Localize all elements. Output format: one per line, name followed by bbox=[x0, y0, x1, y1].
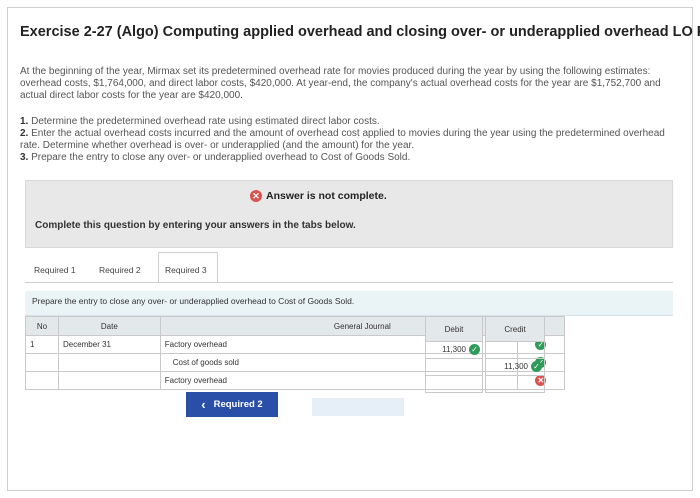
requirement-item: 3. Prepare the entry to close any over- … bbox=[20, 152, 411, 163]
tab-required-3[interactable]: Required 3 bbox=[158, 252, 218, 282]
debit-column: Debit 11,300 ✓ bbox=[425, 316, 483, 393]
page-title: Exercise 2-27 (Algo) Computing applied o… bbox=[20, 24, 700, 40]
error-icon: ✕ bbox=[250, 190, 262, 202]
debit-input[interactable] bbox=[425, 376, 483, 393]
journal-prompt: Prepare the entry to close any over- or … bbox=[32, 296, 355, 306]
journal-table: No Date General Journal 1 December 31 Fa… bbox=[25, 316, 566, 390]
next-required-button[interactable] bbox=[312, 398, 404, 416]
col-header-debit: Debit bbox=[425, 316, 483, 342]
chevron-left-icon: ‹ bbox=[201, 397, 206, 412]
col-header-no: No bbox=[25, 316, 59, 336]
requirements-list: 1. Determine the predetermined overhead … bbox=[20, 116, 670, 164]
entry-number: 1 bbox=[25, 335, 59, 354]
table-row: Factory overhead ✕ bbox=[25, 371, 566, 390]
check-icon: ✓ bbox=[531, 361, 542, 372]
credit-column: Credit 11,300 ✓ bbox=[485, 316, 545, 393]
entry-date[interactable]: December 31 bbox=[57, 335, 161, 354]
col-header-date: Date bbox=[57, 316, 161, 336]
prev-button-label: Required 2 bbox=[213, 399, 263, 410]
debit-input[interactable]: 11,300 ✓ bbox=[425, 342, 483, 359]
col-header-credit: Credit bbox=[485, 316, 545, 342]
notice-text: Answer is not complete. bbox=[266, 190, 387, 202]
tab-instruction: Complete this question by entering your … bbox=[35, 220, 356, 231]
prev-required-button[interactable]: ‹ Required 2 bbox=[186, 392, 278, 417]
requirement-item: 1. Determine the predetermined overhead … bbox=[20, 116, 380, 127]
check-icon: ✓ bbox=[469, 344, 480, 355]
credit-input[interactable] bbox=[485, 376, 545, 393]
tab-required-1[interactable]: Required 1 bbox=[28, 262, 82, 278]
requirement-item: 2. Enter the actual overhead costs incur… bbox=[20, 128, 665, 151]
problem-intro: At the beginning of the year, Mirmax set… bbox=[20, 66, 661, 101]
debit-input[interactable] bbox=[425, 359, 483, 376]
tab-required-2[interactable]: Required 2 bbox=[93, 262, 147, 278]
credit-input[interactable] bbox=[485, 342, 545, 359]
incomplete-notice: ✕ Answer is not complete. bbox=[250, 190, 387, 202]
credit-input[interactable]: 11,300 ✓ bbox=[485, 359, 545, 376]
table-row: Cost of goods sold ✓ bbox=[25, 353, 566, 372]
table-row: 1 December 31 Factory overhead ✓ bbox=[25, 335, 566, 354]
